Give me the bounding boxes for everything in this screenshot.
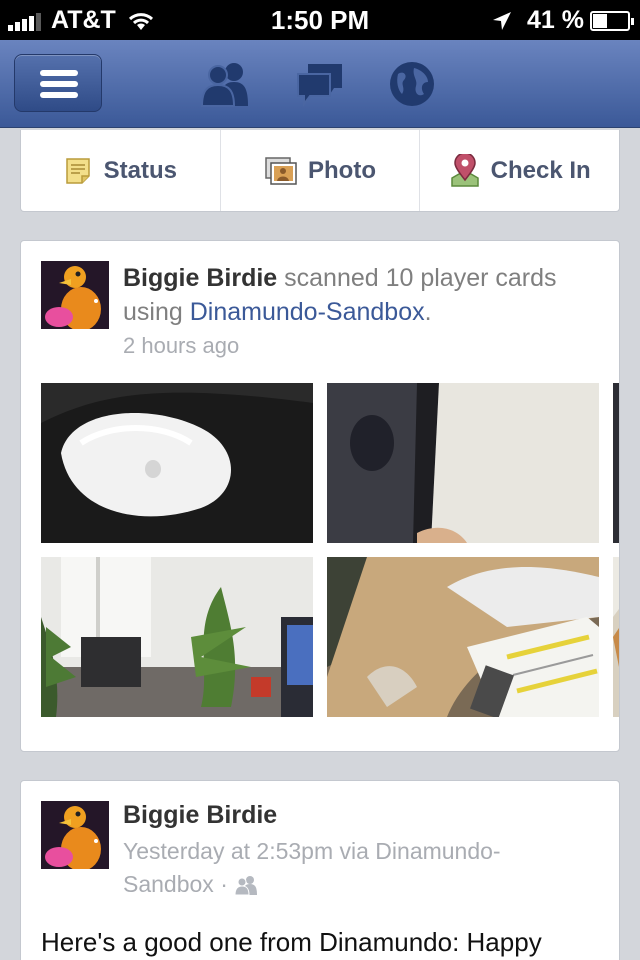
status-button[interactable]: Status	[21, 130, 221, 211]
status-note-icon	[65, 157, 90, 184]
photo-thumbnail[interactable]	[41, 383, 313, 543]
battery-icon	[590, 10, 634, 31]
photo-thumbnail[interactable]	[613, 557, 619, 717]
app-source[interactable]: Sandbox ·	[123, 868, 228, 901]
top-nav-bar	[0, 40, 640, 128]
photo-tablet-screen	[327, 383, 599, 543]
location-arrow-icon	[493, 11, 512, 30]
story-meta: Yesterday at 2:53pm via Dinamundo- Sandb…	[123, 835, 501, 901]
post-body: Here's a good one from Dinamundo: Happy	[41, 927, 542, 957]
feed-story-card: Biggie Birdie Yesterday at 2:53pm via Di…	[20, 780, 620, 960]
photo-label: Photo	[308, 156, 376, 184]
notifications-globe-icon[interactable]	[388, 60, 436, 108]
status-bar: AT&T 1:50 PM 41 %	[0, 0, 640, 40]
check-in-label: Check In	[490, 156, 591, 184]
app-link[interactable]: Dinamundo-Sandbox	[190, 298, 425, 326]
status-label: Status	[103, 156, 178, 184]
photo-icon	[265, 156, 297, 185]
friends-privacy-icon	[234, 875, 257, 895]
menu-button[interactable]	[14, 54, 102, 112]
photo-edge-light	[613, 557, 619, 717]
story-period: .	[424, 298, 432, 326]
story-timestamp[interactable]: 2 hours ago	[123, 329, 603, 362]
photo-office-plants	[41, 557, 313, 717]
avatar[interactable]	[41, 261, 109, 329]
bird-avatar-icon	[41, 801, 109, 869]
photo-button[interactable]: Photo	[221, 130, 421, 211]
story-headline: Biggie Birdie scanned 10 player cards us…	[123, 261, 603, 362]
battery-percent: 41 %	[527, 6, 584, 34]
check-in-button[interactable]: Check In	[420, 130, 619, 211]
friend-requests-icon[interactable]	[198, 60, 256, 108]
story-timestamp[interactable]: Yesterday at 2:53pm via Dinamundo-	[123, 835, 501, 868]
author-name[interactable]: Biggie Birdie	[123, 264, 277, 292]
photo-thumbnail[interactable]	[613, 383, 619, 543]
author-name[interactable]: Biggie Birdie	[123, 801, 277, 830]
photo-thumbnail[interactable]	[327, 383, 599, 543]
avatar[interactable]	[41, 801, 109, 869]
messages-icon[interactable]	[294, 60, 346, 108]
map-pin-icon	[450, 153, 479, 187]
bird-avatar-icon	[41, 261, 109, 329]
photo-thumbnail[interactable]	[327, 557, 599, 717]
photo-thumbnail[interactable]	[41, 557, 313, 717]
composer-bar: Status Photo Check In	[20, 130, 620, 212]
feed-story-card: Biggie Birdie scanned 10 player cards us…	[20, 240, 620, 752]
photo-edge-dark	[613, 383, 619, 543]
photo-magic-mouse	[41, 383, 313, 543]
photo-desk-papers	[327, 557, 599, 717]
